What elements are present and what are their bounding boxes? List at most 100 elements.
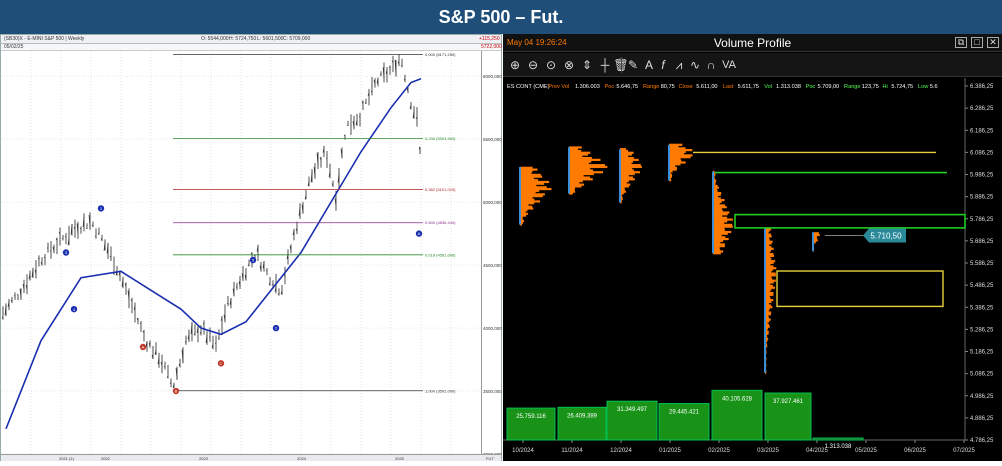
info-text: Last (723, 84, 734, 90)
volume-value-label: 26.409.389 (567, 413, 598, 419)
price-tag-label: 5.710,50 (870, 232, 902, 241)
date-tick-label: 06/2025 (904, 448, 926, 454)
wave-label-blue: A (418, 231, 421, 236)
price-tick-label: 5.886,25 (970, 195, 994, 201)
info-text: 123,75 (862, 84, 879, 90)
va-icon[interactable]: VA (719, 57, 739, 73)
crosshair-icon[interactable]: ┼ (597, 57, 613, 73)
price-axis: 6000,0005500,0005000,0004500,0004000,000… (481, 51, 501, 454)
info-text: 5.646,75 (616, 84, 638, 90)
info-text: Range (643, 84, 659, 90)
date-tick-label: 03/2025 (757, 448, 779, 454)
price-tick-label: 5000,000 (483, 200, 502, 205)
wave-label-red: B (175, 389, 178, 394)
info-text: 1.313.038 (776, 84, 801, 90)
price-axis-labels: 6000,0005500,0005000,0004500,0004000,000… (482, 51, 502, 454)
left-chart-subheader: 05/02/25 5722,000 (1, 44, 501, 51)
left-chart-title: (SB30)X - E-MINI S&P 500 | Weekly (4, 35, 84, 44)
pencil-icon[interactable]: ✎ (625, 57, 641, 73)
info-text: Hi (883, 84, 888, 90)
zoom-fit-icon[interactable]: ⊙ (543, 57, 559, 73)
profile-bar (669, 144, 682, 146)
wave-icon[interactable]: ∿ (687, 57, 703, 73)
zoom-x-icon[interactable]: ⊗ (561, 57, 577, 73)
fib-icon[interactable]: f (655, 57, 671, 73)
maximize-window-icon[interactable]: □ (971, 37, 983, 48)
wave-label-red: A (142, 345, 145, 350)
cursor-icon[interactable]: ⇕ (579, 57, 595, 73)
chart-date: 05/02/25 (4, 44, 23, 51)
info-text: Poc (806, 84, 816, 90)
zoom-out-icon[interactable]: ⊖ (525, 57, 541, 73)
volume-value-label: 40.105.628 (722, 396, 753, 402)
price-tick-label: 5.286,25 (970, 327, 994, 333)
info-text: Range (844, 84, 860, 90)
ohlc-high: H: 5724,750 (229, 35, 256, 44)
fib-level-label: 0,236 (5503,963) (425, 136, 456, 141)
date-tick-label: 10/2024 (512, 448, 534, 454)
fib-level-label: 0,382 (5101,019) (425, 187, 456, 192)
info-text: 5.724,75 (891, 84, 913, 90)
weekly-chart-panel: (SB30)X - E-MINI S&P 500 | Weekly O: 554… (0, 34, 502, 461)
weekly-candlestick-chart: 0,000 (6171,250)0,236 (5503,963)0,382 (5… (1, 51, 481, 454)
volume-bar (813, 438, 863, 440)
price-tick-label: 3500,000 (483, 389, 502, 394)
price-tick-label: 4.886,25 (970, 416, 994, 422)
gap-box (777, 271, 943, 306)
info-text: 1.306.003 (575, 84, 600, 90)
zoom-in-icon[interactable]: ⊕ (507, 57, 523, 73)
volume-value-label: 25.759.116 (516, 414, 546, 420)
info-text: Prev Vol (548, 84, 569, 90)
price-tick-label: 6.386,25 (970, 84, 994, 90)
cycle-icon[interactable]: ∩ (703, 57, 719, 73)
info-text: Low (918, 84, 929, 90)
volume-value-label: 1.313.038 (825, 444, 852, 450)
fib-level-label: 0,500 (4836,444) (425, 220, 456, 225)
window-title: Volume Profile (503, 36, 1002, 50)
fib-level-label: 1,000 (3502,000) (425, 388, 456, 393)
level-box (735, 215, 965, 228)
ohlc-close: C: 5709,000 (283, 35, 310, 44)
profile-bar (520, 167, 533, 169)
price-tick-label: 4000,000 (483, 326, 502, 331)
price-tick-label: 5.486,25 (970, 283, 994, 289)
volume-value-label: 31.349.497 (617, 407, 648, 413)
toolbar-divider (621, 57, 622, 73)
info-text: ES CONT (CME) (507, 84, 550, 90)
date-axis-label: 2022 (101, 456, 110, 461)
price-tick-label: 6.286,25 (970, 106, 994, 112)
pattern-icon[interactable]: ⩘ (671, 57, 687, 73)
volume-profile-plot[interactable]: ES CONT (CME)Prev Vol 1.306.003 Poc 5.646,7… (503, 78, 1002, 461)
volume-value-label: 29.445.421 (669, 410, 700, 416)
date-axis-label: 2021 (1) (59, 456, 74, 461)
volume-bar (558, 407, 606, 440)
price-tick-label: 4.786,25 (970, 438, 994, 444)
info-text: 5.709,00 (817, 84, 839, 90)
window-titlebar: Volume Profile May 04 19:26:24 ⧉ □ ✕ (503, 34, 1002, 52)
price-tick-label: 5.186,25 (970, 350, 994, 356)
date-tick-label: 07/2025 (953, 448, 975, 454)
info-text: 5.611,75 (738, 84, 759, 90)
volume-profile-window: Volume Profile May 04 19:26:24 ⧉ □ ✕ ⊕ ⊖… (503, 34, 1002, 461)
info-text: Vol (764, 84, 772, 90)
price-tick-label: 5.786,25 (970, 217, 994, 223)
left-chart-header: (SB30)X - E-MINI S&P 500 | Weekly O: 554… (1, 35, 501, 44)
date-tick-label: 12/2024 (610, 448, 632, 454)
last-price-marker: 5722,000 (481, 44, 502, 51)
price-tick-label: 5.986,25 (970, 173, 994, 179)
price-tick-label: 5500,000 (483, 137, 502, 142)
close-window-icon[interactable]: ✕ (987, 37, 999, 48)
date-tick-label: 11/2024 (561, 448, 583, 454)
date-tick-label: 02/2025 (708, 448, 730, 454)
date-tick-label: 05/2025 (855, 448, 877, 454)
price-tick-label: 6.186,25 (970, 128, 994, 134)
date-axis: 2021 (1) 2022 2023 2024 2025 FUT (1, 454, 501, 461)
price-tick-label: 6.086,25 (970, 150, 994, 156)
info-text: 5.611,00 (696, 84, 717, 90)
date-axis-label: 2025 (395, 456, 404, 461)
volume-bar (507, 408, 555, 440)
volume-profile-chart: ES CONT (CME)Prev Vol 1.306.003 Poc 5.646,7… (503, 78, 1002, 461)
price-tick-label: 5.586,25 (970, 261, 994, 267)
restore-window-icon[interactable]: ⧉ (955, 37, 967, 48)
weekly-plot-area[interactable]: 0,000 (6171,250)0,236 (5503,963)0,382 (5… (1, 51, 481, 454)
